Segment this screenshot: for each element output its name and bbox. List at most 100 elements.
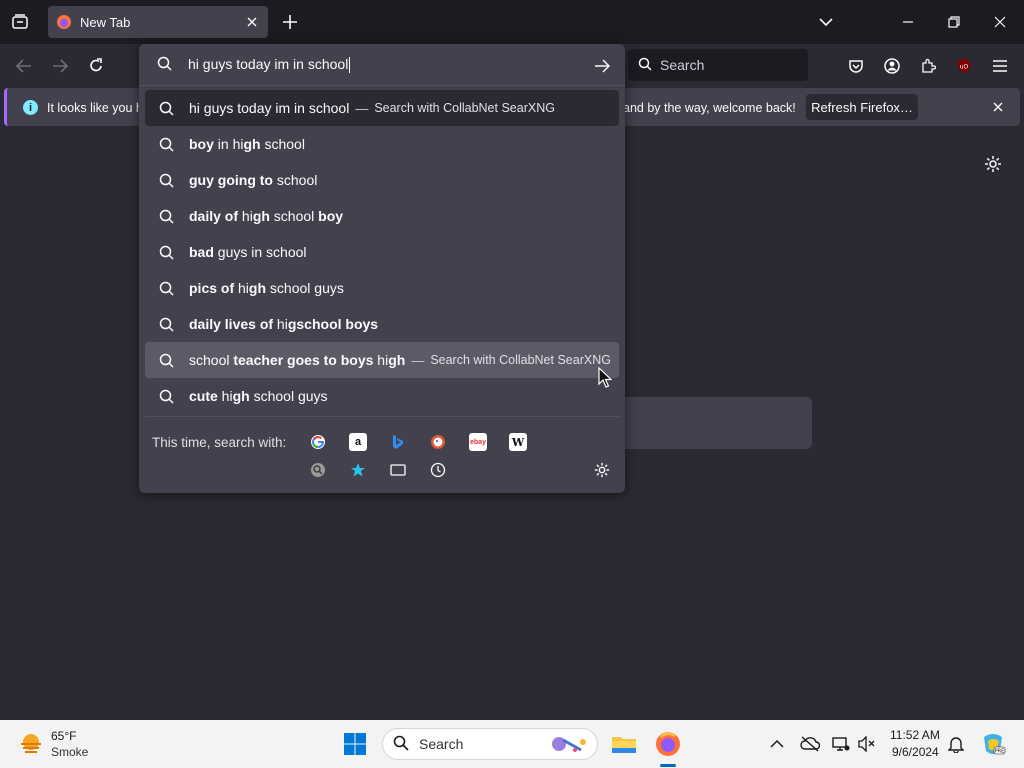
search-bar[interactable]: Search (628, 49, 808, 81)
extensions-icon[interactable] (916, 54, 940, 78)
forward-icon[interactable] (48, 54, 72, 78)
back-icon[interactable] (12, 54, 36, 78)
mouse-cursor-icon (598, 366, 613, 389)
clock-time[interactable]: 11:52 AM (890, 728, 940, 742)
search-icon (393, 735, 409, 754)
gear-icon[interactable] (982, 153, 1004, 175)
chevron-down-icon[interactable] (816, 12, 836, 32)
suggestion-text-part: daily lives of (189, 316, 274, 332)
weather-temperature: 65°F (51, 729, 77, 743)
suggestion-text-part: gh (388, 352, 406, 368)
new-tab-icon[interactable] (280, 12, 300, 32)
windows-start-icon[interactable] (343, 732, 367, 756)
firefox-icon[interactable] (654, 730, 682, 758)
suggestion-text-part: school (189, 352, 234, 368)
wikipedia-icon[interactable]: W (509, 433, 527, 451)
suggestion-row[interactable]: hi guys today im in school — Search with C… (145, 90, 619, 126)
suggestion-row[interactable]: cute high school guys (145, 378, 619, 414)
reload-icon[interactable] (84, 54, 108, 78)
google-icon[interactable] (309, 433, 327, 451)
separator: — (411, 352, 425, 368)
divider (145, 416, 619, 417)
firefox-view-icon[interactable] (8, 10, 32, 34)
one-off-label: This time, search with: (152, 435, 287, 450)
notification-message-start: It looks like you ha (47, 101, 150, 115)
suggestion-text-part: hi (273, 316, 288, 332)
close-window-icon[interactable] (988, 10, 1012, 34)
suggestion-row[interactable]: daily of high school boy (145, 198, 619, 234)
network-icon[interactable] (831, 734, 851, 754)
suggestion-text-part: gh (232, 388, 250, 404)
suggestion-text-part: guys in school (213, 244, 307, 260)
search-icon (638, 57, 652, 74)
suggestion-text-part: in hi (213, 136, 244, 152)
suggestion-text: cute high school guys (189, 388, 328, 404)
suggestion-text-part: gh (243, 136, 261, 152)
tab-bar: New Tab (0, 0, 1024, 44)
close-icon[interactable] (989, 98, 1007, 116)
firefox-icon (56, 14, 72, 30)
search-icon (158, 352, 174, 368)
copilot-icon[interactable]: PRE (980, 731, 1006, 757)
url-input-value: hi guys today im in school (188, 55, 349, 72)
weather-smoke-icon[interactable] (18, 731, 44, 757)
suggestion-row[interactable]: bad guys in school (145, 234, 619, 270)
suggestion-text-part: bad (189, 244, 214, 260)
searxng-icon[interactable] (309, 461, 327, 479)
page-search-box[interactable] (600, 397, 812, 449)
tab-title: New Tab (80, 14, 131, 30)
pocket-icon[interactable] (844, 54, 868, 78)
file-explorer-icon[interactable] (610, 730, 638, 758)
suggestion-text-part: hi (217, 388, 233, 404)
account-icon[interactable] (880, 54, 904, 78)
suggestion-row[interactable]: daily lives of higschool boys (145, 306, 619, 342)
suggestion-text-part: school (260, 136, 305, 152)
search-engine-label: Search with CollabNet SearXNG (374, 101, 555, 115)
suggestion-text-part: hi (234, 280, 249, 296)
suggestion-text: boy in high school (189, 136, 305, 152)
suggestion-text-part: gh (248, 280, 267, 296)
search-icon (158, 208, 174, 224)
search-icon (158, 388, 174, 404)
taskbar: 65°F Smoke Search 11:52 AM 9/6/2024 PRE (0, 720, 1024, 768)
gear-icon[interactable] (593, 461, 611, 479)
suggestion-text: bad guys in school (189, 244, 307, 260)
suggestion-row[interactable]: guy going to school (145, 162, 619, 198)
suggestion-text-part: hi (238, 208, 253, 224)
suggestion-text: hi guys today im in school (189, 100, 349, 116)
go-arrow-icon[interactable] (592, 56, 612, 76)
clock-date[interactable]: 9/6/2024 (892, 745, 939, 759)
urlbar-panel: hi guys today im in school hi guys today… (139, 44, 625, 493)
tab-new-tab[interactable]: New Tab (48, 6, 268, 38)
duckduckgo-icon[interactable] (429, 433, 447, 451)
url-input[interactable]: hi guys today im in school (139, 44, 625, 86)
suggestion-row[interactable]: pics of high school guys (145, 270, 619, 306)
bing-icon[interactable] (389, 433, 407, 451)
info-icon: i (23, 100, 38, 115)
ublock-origin-icon[interactable]: uO (952, 54, 976, 78)
bookmarks-icon[interactable] (349, 461, 367, 479)
tabs-icon[interactable] (389, 461, 407, 479)
suggestion-row[interactable]: boy in high school (145, 126, 619, 162)
minimize-icon[interactable] (896, 10, 920, 34)
suggestion-text-part: school guys (249, 388, 328, 404)
ebay-icon[interactable]: ebay (469, 433, 487, 451)
suggestion-text: school teacher goes to boys high (189, 352, 405, 368)
suggestion-text: guy going to school (189, 172, 317, 188)
amazon-icon[interactable]: a (349, 433, 367, 451)
cloud-offline-icon[interactable] (800, 734, 820, 754)
suggestion-text-part: hi guys today im in school (189, 100, 350, 116)
taskbar-search[interactable]: Search (382, 728, 598, 760)
refresh-firefox-button[interactable]: Refresh Firefox… (806, 94, 918, 120)
volume-muted-icon[interactable] (857, 734, 877, 754)
menu-icon[interactable] (988, 54, 1012, 78)
search-placeholder: Search (660, 57, 705, 73)
chevron-up-icon[interactable] (767, 734, 787, 754)
weather-description: Smoke (51, 745, 89, 759)
restore-icon[interactable] (942, 10, 966, 34)
suggestion-text-part: school guys (266, 280, 344, 296)
notifications-bell-icon[interactable] (946, 734, 966, 754)
history-icon[interactable] (429, 461, 447, 479)
close-tab-icon[interactable] (244, 14, 260, 30)
suggestion-row[interactable]: school teacher goes to boys high — Search … (145, 342, 619, 378)
